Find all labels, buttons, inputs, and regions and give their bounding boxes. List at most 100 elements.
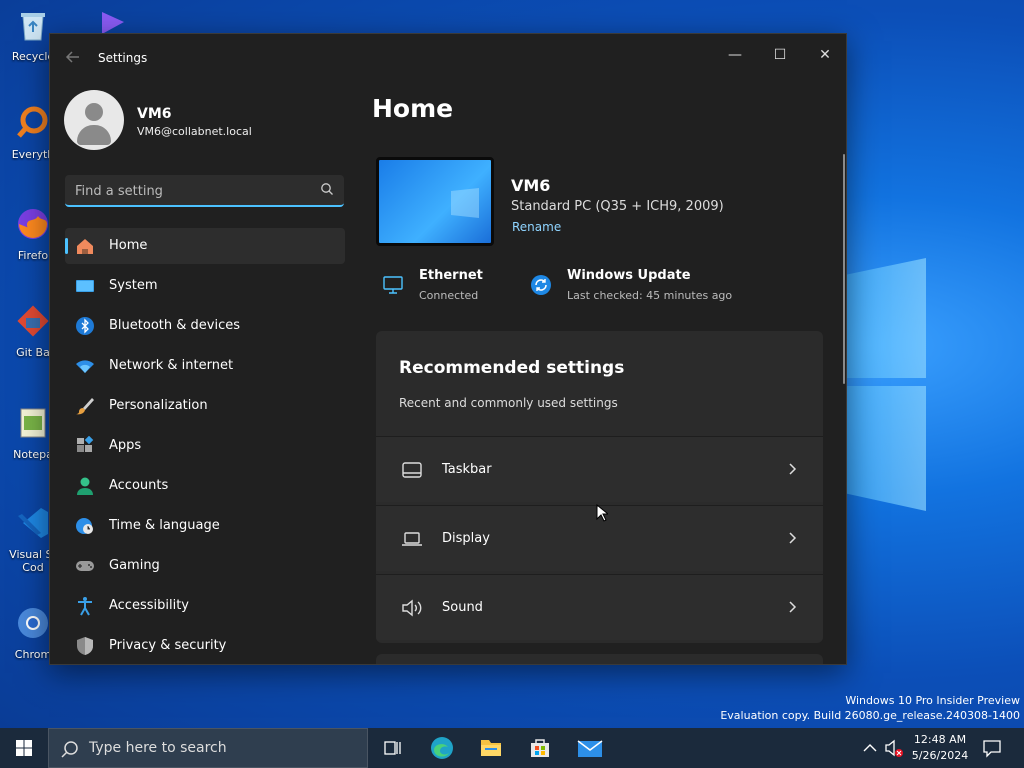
recycle-bin-icon	[21, 13, 45, 41]
edge-button[interactable]	[422, 732, 462, 764]
ethernet-title: Ethernet	[419, 268, 483, 283]
windows-logo-icon	[16, 740, 32, 756]
sidebar-item-label: Gaming	[109, 558, 160, 573]
clock-time: 12:48 AM	[913, 733, 967, 746]
recommended-item-sound[interactable]: Sound	[376, 574, 823, 640]
wifi-icon	[76, 360, 94, 373]
brush-icon	[76, 398, 94, 415]
git-bash-icon	[17, 305, 49, 337]
settings-window: Settings — ☐ ✕ VM6 VM6@collabnet.local H…	[49, 33, 847, 665]
shield-icon	[77, 637, 93, 655]
windows-update-subtitle: Last checked: 45 minutes ago	[567, 289, 733, 302]
device-thumbnail	[376, 157, 494, 246]
taskbar-search[interactable]: Type here to search	[48, 728, 368, 768]
ethernet-monitor-icon	[383, 276, 403, 294]
chevron-up-icon	[863, 744, 877, 752]
home-icon	[77, 239, 93, 254]
chevron-right-icon	[789, 601, 797, 613]
tray-overflow-button[interactable]	[858, 728, 882, 768]
start-button[interactable]	[0, 728, 48, 768]
sidebar-item-apps[interactable]: Apps	[65, 428, 345, 464]
laptop-icon	[402, 532, 422, 546]
sidebar-item-gaming[interactable]: Gaming	[65, 548, 345, 584]
watermark-line: Evaluation copy. Build 26080.ge_release.…	[720, 709, 1020, 722]
taskbar-search-placeholder: Type here to search	[89, 740, 227, 756]
sidebar-item-system[interactable]: System	[65, 268, 345, 304]
recommended-item-label: Display	[442, 531, 490, 546]
chevron-right-icon	[789, 532, 797, 544]
speaker-muted-icon	[885, 739, 903, 757]
back-button[interactable]	[64, 48, 82, 66]
notifications-button[interactable]	[980, 728, 1004, 768]
sidebar-item-label: Privacy & security	[109, 638, 227, 653]
profile-email: VM6@collabnet.local	[137, 125, 252, 138]
taskbar-icon	[402, 462, 422, 478]
person-icon	[77, 477, 93, 495]
apps-icon	[77, 436, 94, 452]
sidebar-item-time-language[interactable]: Time & language	[65, 508, 345, 544]
rename-link[interactable]: Rename	[512, 220, 561, 234]
file-explorer-button[interactable]	[471, 732, 511, 764]
device-name: VM6	[511, 176, 551, 195]
recommended-item-label: Sound	[442, 600, 483, 615]
mail-icon	[577, 740, 603, 757]
firefox-icon	[18, 209, 48, 239]
sidebar-item-bluetooth[interactable]: Bluetooth & devices	[65, 308, 345, 344]
sidebar-item-label: Personalization	[109, 398, 208, 413]
mouse-cursor-icon	[596, 504, 608, 522]
bluetooth-icon	[76, 317, 94, 335]
sidebar-item-network[interactable]: Network & internet	[65, 348, 345, 384]
sidebar-item-label: System	[109, 278, 158, 293]
device-model: Standard PC (Q35 + ICH9, 2009)	[511, 199, 724, 214]
recommended-item-label: Taskbar	[442, 462, 492, 477]
page-title: Home	[372, 94, 454, 123]
sidebar-item-accounts[interactable]: Accounts	[65, 468, 345, 504]
accessibility-icon	[78, 597, 92, 616]
notification-icon	[983, 740, 1001, 758]
speaker-icon	[402, 599, 422, 617]
sidebar-item-home[interactable]: Home	[65, 228, 345, 264]
taskbar-clock[interactable]: 12:48 AM 5/26/2024	[905, 732, 975, 764]
clock-date: 5/26/2024	[911, 749, 969, 762]
settings-search[interactable]	[65, 175, 344, 207]
sidebar-item-privacy-security[interactable]: Privacy & security	[65, 628, 345, 664]
task-view-button[interactable]	[372, 732, 412, 764]
avatar[interactable]	[64, 90, 124, 150]
vscode-icon	[18, 508, 48, 538]
profile-name: VM6	[137, 106, 172, 122]
recommended-item-taskbar[interactable]: Taskbar	[376, 436, 823, 502]
search-icon	[61, 741, 78, 758]
volume-button[interactable]	[882, 728, 906, 768]
folder-icon	[481, 740, 501, 756]
next-panel-peek	[376, 654, 823, 664]
sidebar-item-label: Accounts	[109, 478, 169, 493]
sync-icon	[531, 275, 551, 295]
sidebar-item-label: Bluetooth & devices	[109, 318, 240, 333]
search-input[interactable]	[75, 181, 305, 201]
chrome-icon	[18, 608, 48, 638]
everything-search-icon	[17, 106, 48, 138]
sidebar-item-label: Network & internet	[109, 358, 234, 373]
taskbar: Type here to search 12:48 AM 5/26/2024	[0, 728, 1024, 768]
search-icon[interactable]	[320, 182, 334, 196]
sidebar-item-label: Time & language	[109, 518, 220, 533]
edge-icon	[431, 737, 453, 759]
evaluation-watermark: Windows 10 Pro Insider Preview Evaluatio…	[720, 693, 1020, 723]
monitor-icon	[76, 280, 94, 292]
sidebar-item-label: Accessibility	[109, 598, 189, 613]
sidebar-item-label: Apps	[109, 438, 142, 453]
globe-clock-icon	[76, 518, 93, 534]
mail-button[interactable]	[570, 732, 610, 764]
store-button[interactable]	[520, 732, 560, 764]
close-button[interactable]: ✕	[802, 40, 846, 72]
sidebar-item-accessibility[interactable]: Accessibility	[65, 588, 345, 624]
title-bar[interactable]: Settings — ☐ ✕	[50, 34, 846, 82]
window-title: Settings	[98, 51, 148, 65]
store-icon	[531, 739, 549, 757]
ethernet-subtitle: Connected	[419, 289, 479, 302]
sidebar-item-personalization[interactable]: Personalization	[65, 388, 345, 424]
minimize-button[interactable]: —	[712, 40, 758, 72]
content-scrollbar[interactable]	[843, 154, 845, 384]
maximize-button[interactable]: ☐	[757, 40, 803, 72]
recommended-subtitle: Recent and commonly used settings	[399, 396, 618, 410]
